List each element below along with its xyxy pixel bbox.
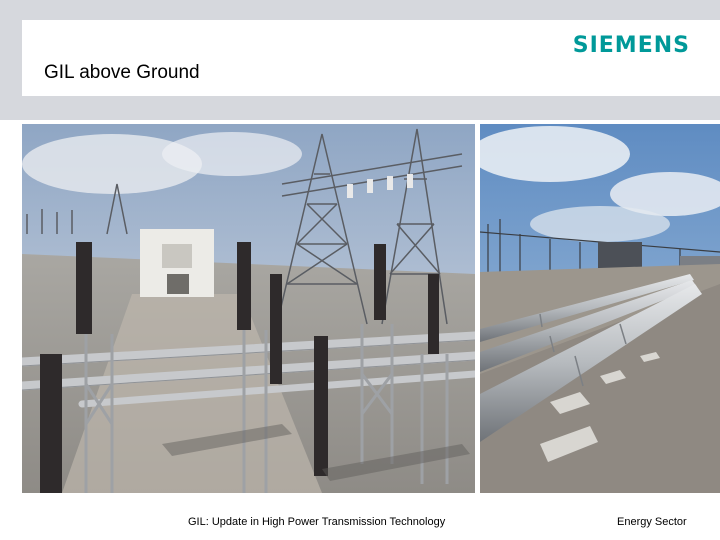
header-panel: GIL above Ground SIEMENS	[22, 20, 720, 96]
energy-sector-label: Energy Sector	[617, 516, 687, 528]
substation-photo	[22, 124, 475, 493]
slide-title: GIL above Ground	[44, 62, 200, 83]
siemens-logo: SIEMENS	[572, 33, 690, 58]
copyright-notice: © Siemens AG 2010	[598, 503, 687, 515]
gil-pipes-photo	[480, 124, 720, 493]
presentation-footer: GIL: Update in High Power Transmission T…	[188, 516, 446, 528]
copyright-text: Siemens AG 2010	[603, 504, 687, 516]
